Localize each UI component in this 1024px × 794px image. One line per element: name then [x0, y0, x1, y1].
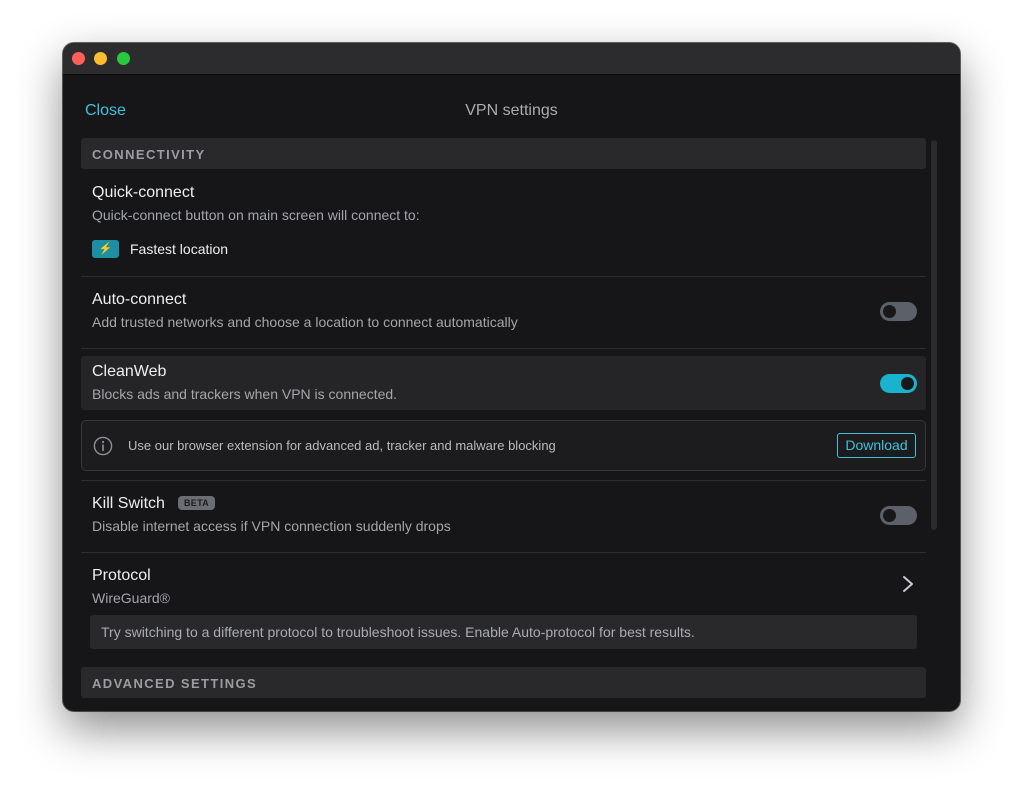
section-header-label: CONNECTIVITY [92, 147, 206, 162]
section-header-advanced: ADVANCED SETTINGS [81, 667, 926, 698]
zoom-window-button[interactable] [117, 52, 130, 65]
auto-connect-toggle[interactable] [880, 302, 917, 321]
cleanweb-toggle[interactable] [880, 374, 917, 393]
page-title: VPN settings [465, 102, 558, 119]
divider [81, 276, 926, 277]
auto-connect-title: Auto-connect [92, 291, 187, 308]
info-icon [93, 436, 113, 456]
kill-switch-title: Kill Switch [92, 495, 165, 512]
cleanweb-title: CleanWeb [92, 363, 167, 380]
download-button[interactable]: Download [837, 433, 916, 458]
protocol-hint: Try switching to a different protocol to… [90, 615, 917, 649]
toggle-knob [883, 509, 896, 522]
section-header-label: ADVANCED SETTINGS [92, 676, 258, 691]
toggle-knob [883, 305, 896, 318]
close-window-button[interactable] [72, 52, 85, 65]
quick-connect-title: Quick-connect [92, 184, 195, 201]
scrollbar[interactable] [931, 140, 937, 530]
kill-switch-description: Disable internet access if VPN connectio… [92, 518, 451, 534]
chevron-right-icon[interactable] [901, 575, 915, 593]
divider [81, 348, 926, 349]
divider [81, 552, 926, 553]
protocol-value: WireGuard® [92, 590, 170, 606]
divider [81, 480, 926, 481]
auto-connect-description: Add trusted networks and choose a locati… [92, 314, 518, 330]
beta-badge: BETA [178, 496, 216, 510]
cleanweb-description: Blocks ads and trackers when VPN is conn… [92, 386, 398, 402]
lightning-bolt-icon: ⚡ [92, 240, 119, 258]
toggle-knob [901, 377, 914, 390]
kill-switch-toggle[interactable] [880, 506, 917, 525]
title-bar [63, 43, 960, 75]
minimize-window-button[interactable] [94, 52, 107, 65]
extension-notice: Use our browser extension for advanced a… [81, 420, 926, 471]
protocol-hint-text: Try switching to a different protocol to… [101, 624, 695, 640]
settings-window: Close VPN settings CONNECTIVITY Quick-co… [63, 43, 960, 711]
quick-connect-location[interactable]: Fastest location [130, 241, 228, 257]
quick-connect-description: Quick-connect button on main screen will… [92, 207, 420, 223]
protocol-title[interactable]: Protocol [92, 567, 151, 585]
section-header-connectivity: CONNECTIVITY [81, 138, 926, 169]
extension-notice-text: Use our browser extension for advanced a… [128, 438, 556, 453]
